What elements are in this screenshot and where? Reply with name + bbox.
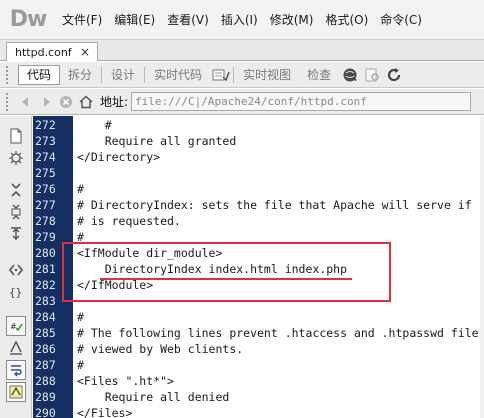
line-number: 282: [35, 278, 56, 292]
toolbar-divider: [101, 66, 103, 83]
open-documents-icon[interactable]: [6, 126, 26, 146]
menu-view[interactable]: 查看(V): [161, 0, 215, 40]
code-line[interactable]: #: [77, 117, 112, 133]
line-number: 277: [35, 198, 56, 212]
editor-scroll-edge[interactable]: [480, 116, 484, 418]
toolbar-grip[interactable]: [6, 92, 16, 111]
code-view-button[interactable]: 代码: [18, 64, 61, 85]
address-bar: 地址: file:///C|/Apache24/conf/httpd.conf: [0, 89, 484, 115]
view-toolbar: 代码 拆分 设计 实时代码 实时视图 检查: [0, 62, 484, 88]
code-line[interactable]: # The following lines prevent .htaccess …: [77, 325, 479, 341]
code-line[interactable]: Require all denied: [77, 389, 230, 405]
line-number: 287: [35, 358, 56, 372]
menu-edit[interactable]: 编辑(E): [108, 0, 161, 40]
code-line[interactable]: <Files ".ht*">: [77, 373, 174, 389]
refresh-icon[interactable]: [383, 65, 405, 85]
line-number: 279: [35, 230, 56, 244]
forward-icon[interactable]: [36, 92, 56, 112]
document-tab-bar: httpd.conf ×: [0, 40, 484, 61]
line-number: 273: [35, 134, 56, 148]
collapse-selection-icon[interactable]: [6, 202, 26, 222]
menu-format[interactable]: 格式(O): [319, 0, 374, 40]
code-line[interactable]: </Files>: [77, 405, 132, 418]
browser-preview-icon[interactable]: [339, 65, 361, 85]
code-line[interactable]: DirectoryIndex index.html index.php: [77, 261, 347, 277]
home-icon[interactable]: [76, 92, 96, 112]
close-icon[interactable]: ×: [80, 45, 90, 59]
code-line[interactable]: #: [77, 357, 84, 373]
toolbar-divider: [144, 66, 146, 83]
line-number: 285: [35, 326, 56, 340]
live-code-button[interactable]: 实时代码: [146, 65, 210, 85]
code-line[interactable]: #: [77, 309, 84, 325]
svg-text:{}: {}: [9, 286, 22, 299]
line-number: 289: [35, 390, 56, 404]
syntax-coloring-icon[interactable]: [6, 382, 26, 402]
coding-toolbar: {} #: [0, 116, 32, 418]
line-number: 281: [35, 262, 56, 276]
line-number: 280: [35, 246, 56, 260]
line-number: 272: [35, 118, 56, 132]
code-line[interactable]: #: [77, 181, 84, 197]
balance-braces-icon[interactable]: {}: [6, 282, 26, 302]
document-tab[interactable]: httpd.conf ×: [6, 42, 98, 61]
menu-insert[interactable]: 插入(I): [215, 0, 264, 40]
line-numbers-icon[interactable]: #: [6, 316, 26, 336]
live-view-button[interactable]: 实时视图: [235, 65, 299, 85]
expand-all-icon[interactable]: [6, 224, 26, 244]
line-number: 275: [35, 166, 56, 180]
design-view-button[interactable]: 设计: [103, 65, 143, 85]
inspect-button[interactable]: 检查: [299, 65, 339, 85]
back-icon[interactable]: [16, 92, 36, 112]
select-parent-tag-icon[interactable]: [6, 260, 26, 280]
menu-file[interactable]: 文件(F): [56, 0, 108, 40]
file-activity-icon[interactable]: [210, 65, 232, 85]
code-line[interactable]: </Directory>: [77, 149, 160, 165]
menu-bar: Dw 文件(F) 编辑(E) 查看(V) 插入(I) 修改(M) 格式(O) 命…: [0, 0, 484, 40]
split-view-button[interactable]: 拆分: [60, 65, 100, 85]
code-line[interactable]: <IfModule dir_module>: [77, 245, 222, 261]
code-line[interactable]: # DirectoryIndex: sets the file that Apa…: [77, 197, 472, 213]
code-editor[interactable]: {} # 272 #273 Require all granted 274 </Di…: [0, 116, 484, 418]
menu-modify[interactable]: 修改(M): [264, 0, 320, 40]
code-line[interactable]: </IfModule>: [77, 277, 153, 293]
code-line[interactable]: # viewed by Web clients.: [77, 341, 243, 357]
line-number: 286: [35, 342, 56, 356]
line-number: 276: [35, 182, 56, 196]
address-input[interactable]: file:///C|/Apache24/conf/httpd.conf: [131, 92, 472, 111]
toolbar-divider: [233, 66, 235, 83]
code-line[interactable]: Require all granted: [77, 133, 237, 149]
line-number: 288: [35, 374, 56, 388]
word-wrap-icon[interactable]: [6, 360, 26, 380]
svg-text:#: #: [10, 322, 17, 331]
code-line[interactable]: # is requested.: [77, 213, 181, 229]
show-code-navigator-icon[interactable]: [6, 148, 26, 168]
document-tab-label: httpd.conf: [15, 45, 72, 59]
line-number: 290: [35, 406, 56, 418]
line-number: 284: [35, 310, 56, 324]
line-number: 274: [35, 150, 56, 164]
address-label: 地址:: [100, 95, 129, 109]
app-logo: Dw: [9, 7, 48, 32]
toolbar-grip[interactable]: [6, 65, 16, 84]
line-number: 278: [35, 214, 56, 228]
highlight-invalid-code-icon[interactable]: [6, 338, 26, 358]
stop-icon[interactable]: [56, 92, 76, 112]
code-line[interactable]: #: [77, 229, 84, 245]
line-number: 283: [35, 294, 56, 308]
validate-icon[interactable]: [361, 65, 383, 85]
collapse-tag-icon[interactable]: [6, 180, 26, 200]
menu-commands[interactable]: 命令(C): [374, 0, 428, 40]
